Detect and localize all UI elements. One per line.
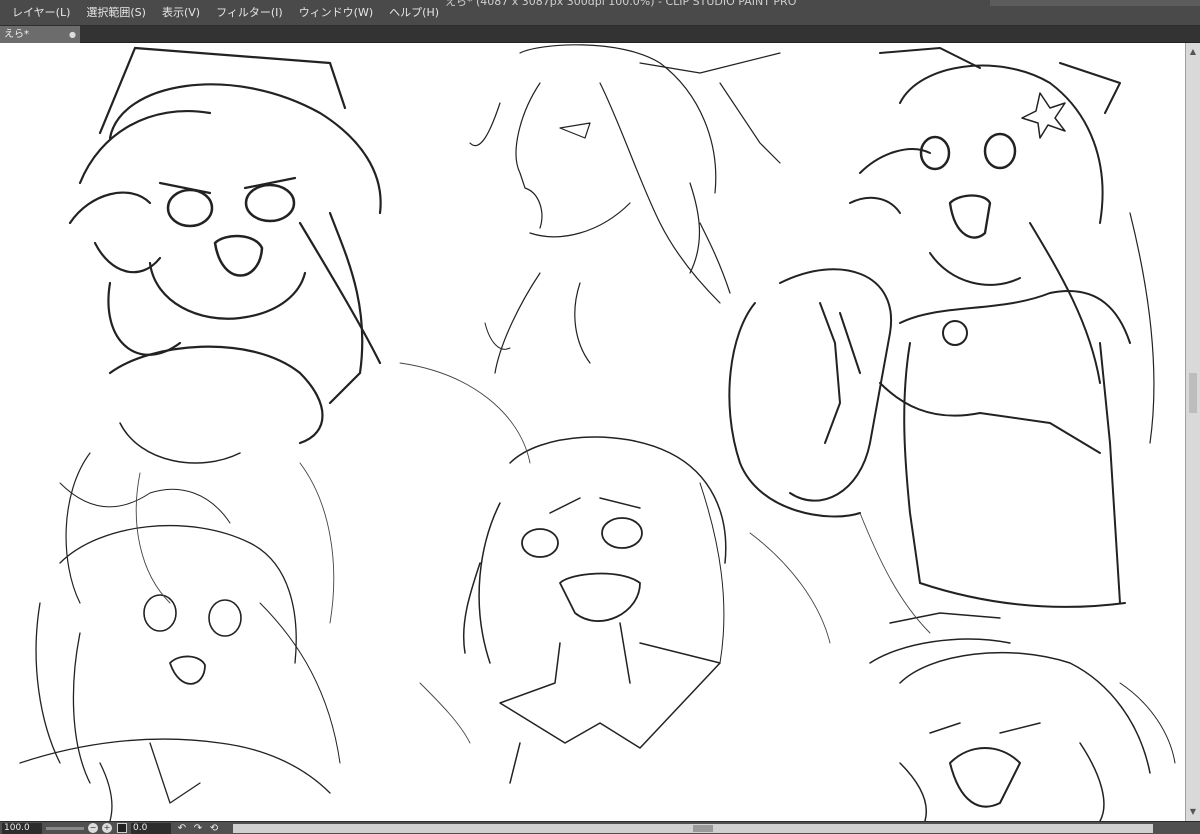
rotation-angle-value[interactable]: 0.0: [131, 822, 171, 834]
sketch-figure-bottom-right: [869, 612, 1176, 821]
rotate-left-icon[interactable]: ↶: [177, 823, 187, 834]
sketch-figure-bottom-left: [19, 482, 341, 821]
menu-filter[interactable]: フィルター(I): [208, 0, 291, 26]
vertical-scrollbar[interactable]: ▲ ▼: [1185, 43, 1200, 821]
window-title: えら* (4087 x 3087px 300dpi 100.0%) - CLIP…: [445, 0, 797, 8]
sketch-figure-top-left: [65, 46, 382, 604]
vertical-scroll-thumb[interactable]: [1189, 373, 1197, 413]
tab-modified-icon[interactable]: ●: [69, 26, 76, 43]
zoom-out-icon[interactable]: −: [88, 823, 98, 833]
menu-window[interactable]: ウィンドウ(W): [291, 0, 381, 26]
sketch-construction-lines: [135, 362, 931, 744]
drawing-canvas[interactable]: [0, 43, 1185, 821]
sketch-figure-top-right: [728, 47, 1155, 608]
menu-view[interactable]: 表示(V): [154, 0, 208, 26]
horizontal-scroll-thumb[interactable]: [693, 824, 713, 832]
menu-bar: えら* (4087 x 3087px 300dpi 100.0%) - CLIP…: [0, 0, 1200, 26]
sketch-figure-center: [462, 436, 727, 784]
zoom-slider[interactable]: [46, 826, 84, 830]
menu-layer[interactable]: レイヤー(L): [4, 0, 78, 26]
sketch-figure-top-middle: [469, 44, 781, 374]
document-tab[interactable]: えら* ●: [0, 26, 80, 43]
zoom-in-icon[interactable]: +: [102, 823, 112, 833]
rotate-right-icon[interactable]: ↷: [193, 823, 203, 834]
document-tab-label: えら*: [4, 29, 29, 40]
zoom-value[interactable]: 100.0: [2, 822, 42, 834]
menu-selection[interactable]: 選択範囲(S): [78, 0, 154, 26]
scroll-up-arrow-icon[interactable]: ▲: [1188, 47, 1198, 57]
reset-icon[interactable]: ⟲: [209, 823, 219, 834]
menu-help[interactable]: ヘルプ(H): [381, 0, 447, 26]
fit-icon[interactable]: [117, 823, 127, 833]
document-tab-bar: えら* ●: [0, 26, 1200, 43]
menu-items: レイヤー(L) 選択範囲(S) 表示(V) フィルター(I) ウィンドウ(W) …: [4, 0, 447, 26]
status-bar: 100.0 − + 0.0 ↶ ↷ ⟲: [0, 821, 1200, 834]
sketch-drawing: [19, 44, 1176, 821]
scroll-down-arrow-icon[interactable]: ▼: [1188, 807, 1198, 817]
title-strip: [990, 0, 1200, 6]
horizontal-scrollbar[interactable]: [233, 823, 1153, 833]
